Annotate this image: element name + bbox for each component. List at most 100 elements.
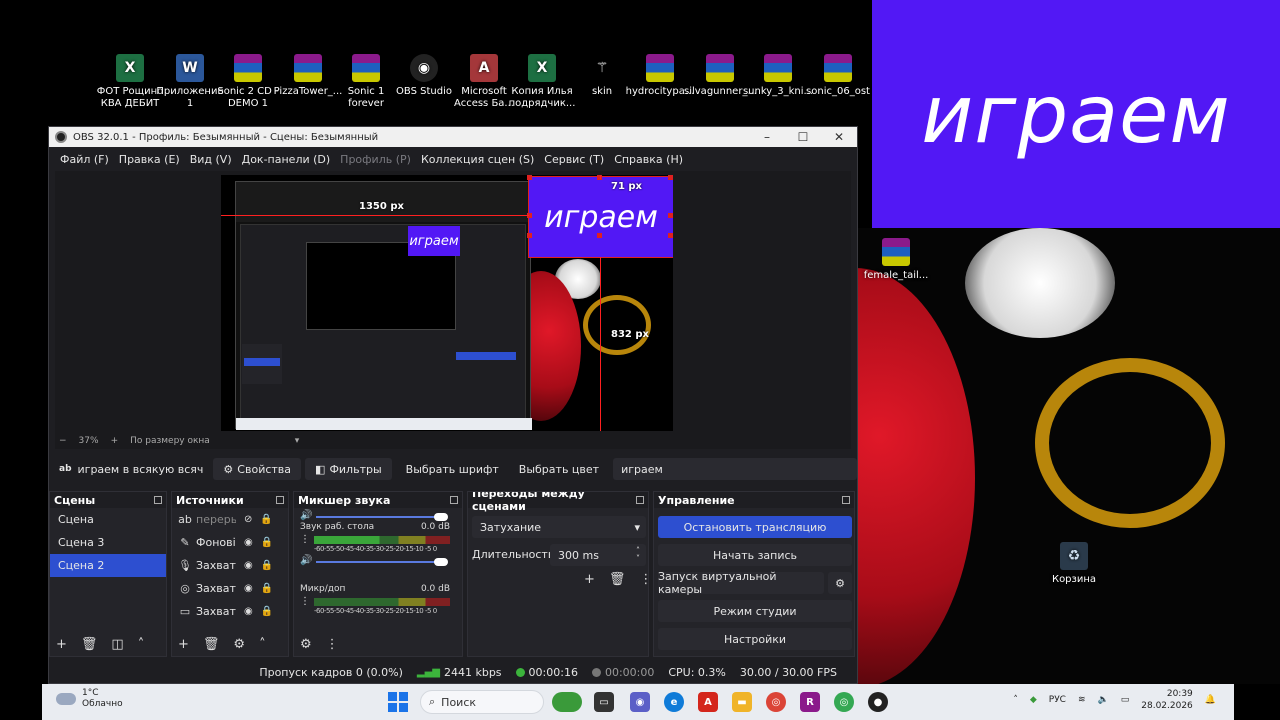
clock[interactable]: 20:39 28.02.2026	[1141, 688, 1193, 712]
task-view-icon[interactable]: ▭	[594, 692, 614, 712]
eye-icon[interactable]: ◉	[244, 560, 253, 571]
eye-off-icon[interactable]: ⊘	[244, 514, 252, 525]
menu-item[interactable]: Коллекция сцен (S)	[416, 153, 539, 166]
trash-icon[interactable]: 🗑	[81, 637, 98, 652]
gear-icon[interactable]: ⚙	[233, 637, 245, 652]
studio-mode-button[interactable]: Режим студии	[658, 600, 852, 622]
scene-item[interactable]: Сцена 3	[50, 531, 166, 554]
widget-app-icon[interactable]	[552, 692, 582, 712]
duration-input[interactable]: 300 ms ˄ ˅	[550, 544, 646, 566]
edge-browser-icon[interactable]: e	[664, 692, 684, 712]
start-recording-button[interactable]: Начать запись	[658, 544, 852, 566]
notification-icon[interactable]: 🔔	[1205, 695, 1216, 705]
menu-item[interactable]: Профиль (P)	[335, 153, 416, 166]
desktop-icon[interactable]: female_tail...	[860, 238, 932, 282]
zoom-out-button[interactable]: −	[59, 436, 67, 446]
scene-item[interactable]: Сцена	[50, 508, 166, 531]
undock-icon[interactable]	[636, 496, 644, 504]
chevron-up-icon[interactable]: ˄	[1013, 695, 1018, 705]
trash-icon[interactable]: 🗑	[203, 637, 220, 652]
settings-button[interactable]: Настройки	[658, 628, 852, 650]
wifi-icon[interactable]: ≋	[1078, 695, 1086, 705]
lock-icon[interactable]: 🔒	[260, 514, 272, 525]
desktop-icon[interactable]: sonic_06_ost	[802, 54, 874, 98]
menu-item[interactable]: Вид (V)	[185, 153, 237, 166]
volume-icon[interactable]: 🔈	[1098, 695, 1109, 705]
menu-item[interactable]: Сервис (T)	[539, 153, 609, 166]
language-indicator[interactable]: РУС	[1049, 695, 1066, 705]
chrome-profile-icon[interactable]: ◎	[834, 692, 854, 712]
more-options-icon[interactable]: ⋮	[300, 534, 310, 545]
add-transition-button[interactable]: +	[584, 572, 595, 587]
undock-icon[interactable]	[842, 496, 850, 504]
speaker-icon[interactable]: 🔊	[300, 555, 312, 566]
eye-icon[interactable]: ◉	[244, 583, 253, 594]
chevron-up-icon[interactable]: ˄	[259, 637, 266, 652]
transition-select[interactable]: Затухание ▾	[472, 516, 646, 538]
volume-knob[interactable]	[434, 558, 448, 566]
volume-slider[interactable]: 🔊	[300, 510, 450, 522]
eye-icon[interactable]: ◉	[244, 537, 253, 548]
desktop-icon[interactable]: ♻ Корзина	[1038, 542, 1110, 586]
menu-item[interactable]: Док-панели (D)	[237, 153, 336, 166]
add-source-button[interactable]: +	[178, 637, 189, 652]
source-item[interactable]: ✎ Фонові ◉ 🔒	[172, 531, 288, 554]
menu-item[interactable]: Файл (F)	[55, 153, 114, 166]
select-font-button[interactable]: Выбрать шрифт	[396, 458, 509, 480]
zoom-mode-select[interactable]: По размеру окна ▾	[130, 436, 311, 446]
obs-taskbar-icon[interactable]: ●	[868, 692, 888, 712]
volume-slider[interactable]: 🔊	[300, 555, 450, 567]
source-item[interactable]: ab переры ⊘ 🔒	[172, 508, 288, 531]
text-value-input[interactable]: играем	[613, 458, 857, 480]
preview-area[interactable]: играем играем 71 px 1350 px 832 px	[55, 171, 851, 433]
scene-item[interactable]: Сцена 2	[50, 554, 166, 577]
menu-item[interactable]: Правка (E)	[114, 153, 185, 166]
lock-icon[interactable]: 🔒	[261, 606, 273, 617]
minimize-button[interactable]: –	[749, 127, 785, 147]
lock-icon[interactable]: 🔒	[261, 560, 273, 571]
battery-icon[interactable]: ▭	[1121, 695, 1130, 705]
more-options-icon[interactable]: ⋮	[639, 572, 648, 587]
add-scene-button[interactable]: +	[56, 637, 67, 652]
zoom-in-button[interactable]: +	[111, 436, 119, 446]
volume-knob[interactable]	[434, 513, 448, 521]
start-virtual-camera-button[interactable]: Запуск виртуальной камеры	[658, 570, 824, 596]
select-color-button[interactable]: Выбрать цвет	[509, 458, 609, 480]
filter-icon[interactable]: ◫	[111, 637, 123, 652]
preview-canvas[interactable]: играем играем 71 px 1350 px 832 px	[221, 175, 673, 431]
menu-item[interactable]: Справка (H)	[609, 153, 688, 166]
gear-icon[interactable]: ⚙	[828, 572, 852, 594]
more-options-icon[interactable]: ⋮	[300, 596, 310, 607]
chrome-icon[interactable]: ◎	[766, 692, 786, 712]
chat-app-icon[interactable]: ◉	[630, 692, 650, 712]
trash-icon[interactable]: 🗑	[609, 572, 626, 587]
source-item[interactable]: ▭ Захват ◉ 🔒	[172, 600, 288, 623]
windows-start-button[interactable]	[388, 692, 408, 712]
undock-icon[interactable]	[276, 496, 284, 504]
speaker-icon[interactable]: 🔊	[300, 510, 312, 521]
gear-icon[interactable]: ⚙	[300, 637, 312, 652]
file-explorer-icon[interactable]: ▬	[732, 692, 752, 712]
undock-icon[interactable]	[154, 496, 162, 504]
stop-streaming-button[interactable]: Остановить трансляцию	[658, 516, 852, 538]
eye-icon[interactable]: ◉	[244, 606, 253, 617]
taskbar-search[interactable]: ⌕ Поиск	[420, 690, 544, 714]
title-bar[interactable]: OBS 32.0.1 - Профиль: Безымянный - Сцены…	[49, 127, 857, 147]
lock-icon[interactable]: 🔒	[261, 583, 273, 594]
maximize-button[interactable]: ☐	[785, 127, 821, 147]
acrobat-icon[interactable]: A	[698, 692, 718, 712]
properties-button[interactable]: ⚙ Свойства	[213, 458, 302, 480]
weather-widget[interactable]: 1°C Облачно	[56, 688, 123, 710]
source-item[interactable]: ◎ Захват ◉ 🔒	[172, 577, 288, 600]
undock-icon[interactable]	[450, 496, 458, 504]
source-item[interactable]: 🎙 Захват ◉ 🔒	[172, 554, 288, 577]
more-options-icon[interactable]: ⋮	[326, 637, 339, 652]
lock-icon[interactable]: 🔒	[261, 537, 273, 548]
tray-app-icon[interactable]: ◆	[1030, 695, 1037, 705]
winrar-icon[interactable]: R	[800, 692, 820, 712]
filters-button[interactable]: ◧ Фильтры	[305, 458, 392, 480]
chevron-up-icon[interactable]: ˄	[138, 637, 145, 652]
stepper-icon[interactable]: ˄ ˅	[636, 547, 640, 563]
selected-text-source[interactable]: играем	[528, 176, 673, 258]
close-button[interactable]: ✕	[821, 127, 857, 147]
